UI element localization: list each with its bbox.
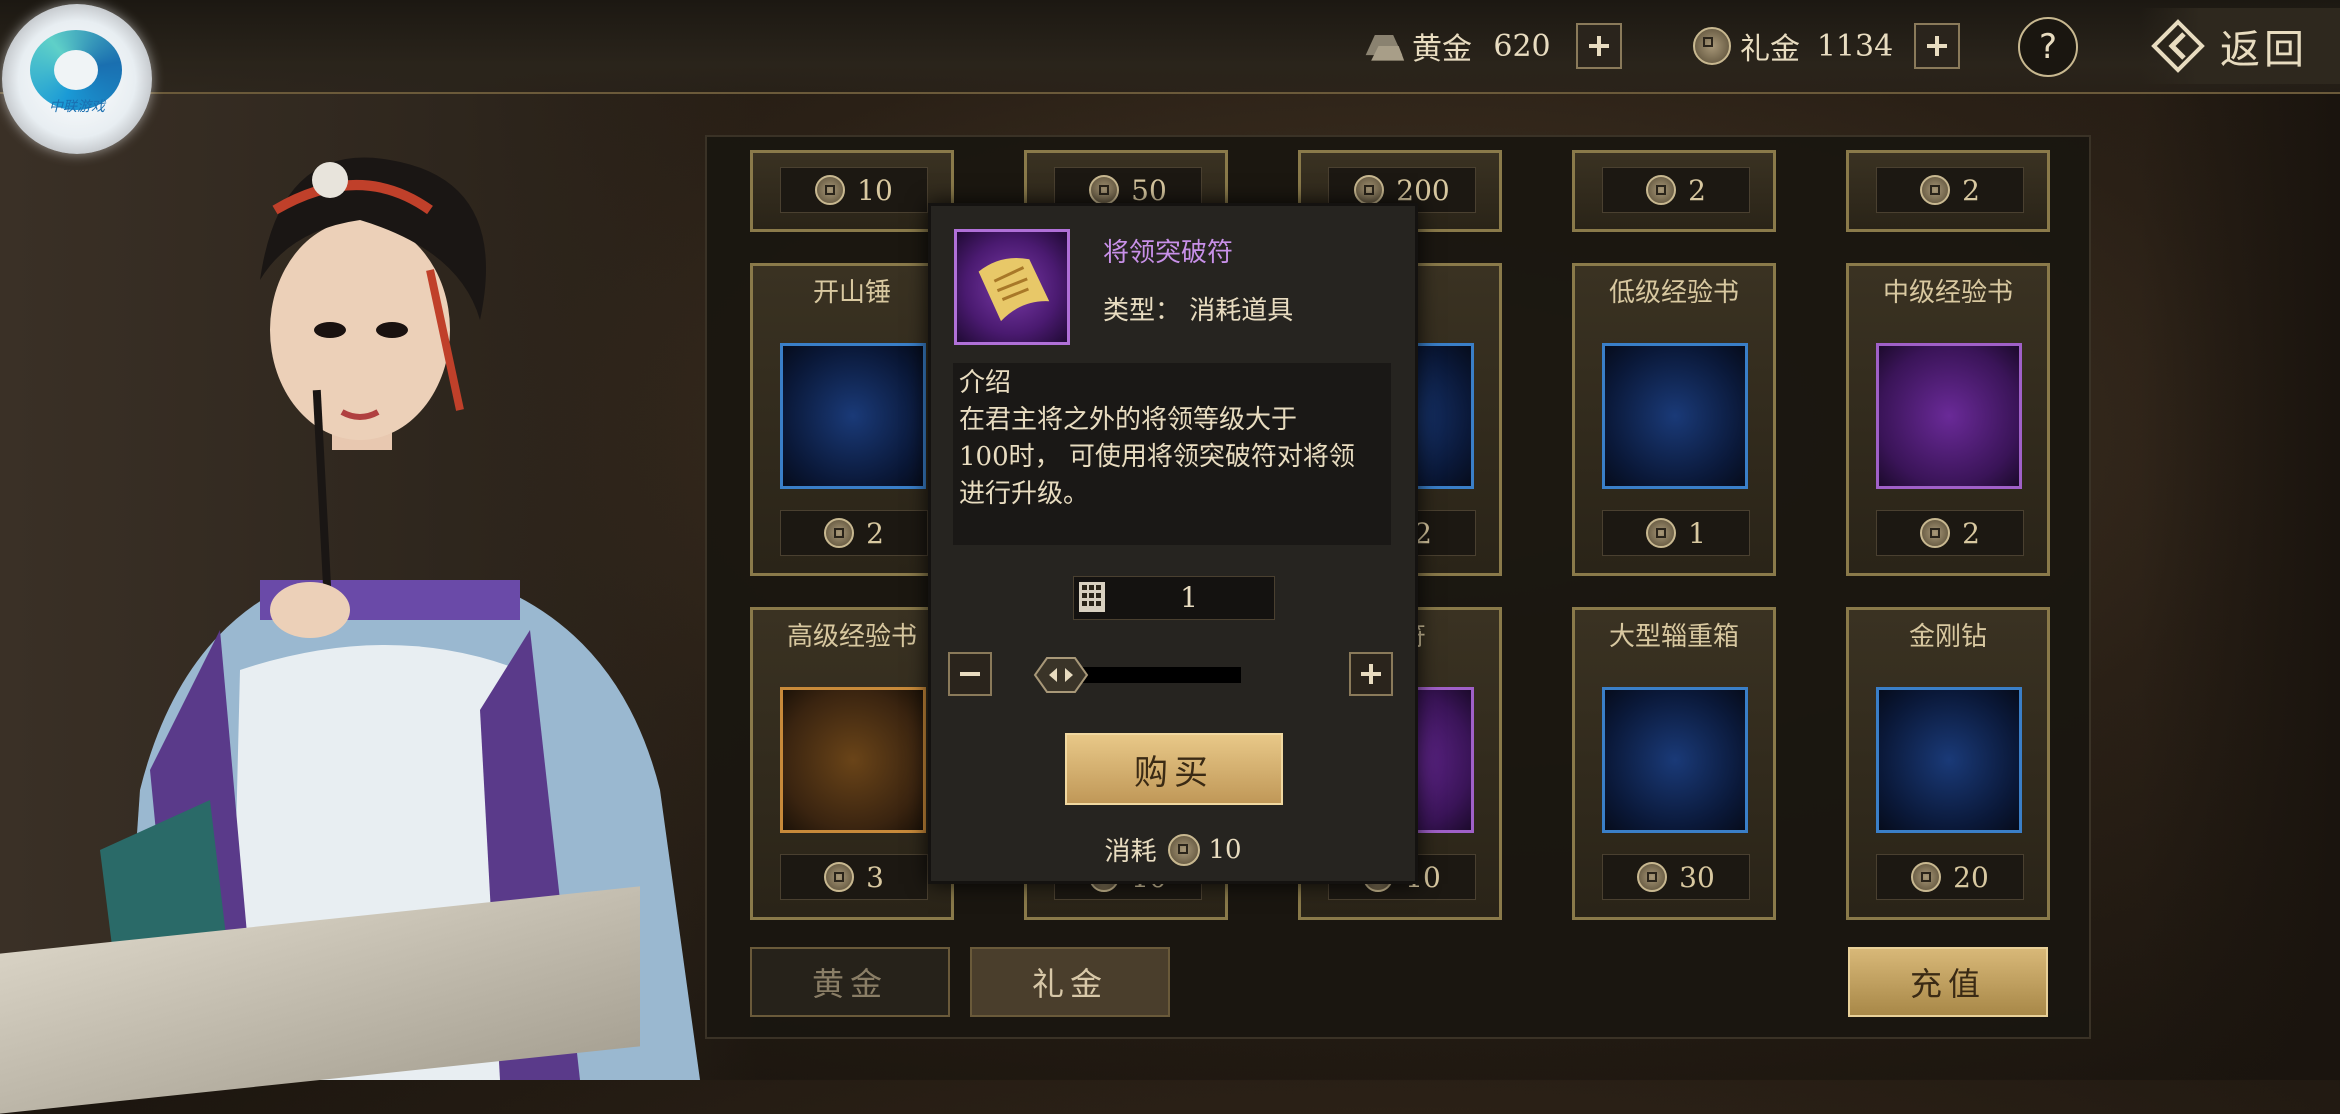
- price-value: 2: [1688, 173, 1706, 207]
- item-icon: [1876, 343, 2022, 489]
- plus-icon: [1361, 664, 1381, 684]
- item-price: 3: [780, 854, 928, 900]
- coin-icon: [824, 518, 855, 548]
- price-value: 10: [857, 173, 893, 207]
- item-name: 低级经验书: [1608, 278, 1739, 308]
- item-price: 2: [1876, 167, 2024, 213]
- price-value: 30: [1679, 860, 1715, 894]
- coin-icon: [815, 175, 846, 205]
- description-title: 介绍: [959, 368, 1012, 398]
- quantity-input[interactable]: 1: [1073, 576, 1275, 620]
- item-name: 开山锤: [812, 278, 891, 308]
- price-value: 2: [1962, 173, 1980, 207]
- gift-currency: 礼金 1134: [1690, 18, 1960, 74]
- coin-icon: [1646, 518, 1677, 548]
- coin-icon: [1089, 175, 1120, 205]
- coin-icon: [1168, 833, 1201, 866]
- buy-button[interactable]: 购买: [1065, 733, 1283, 805]
- price-value: 1: [1688, 516, 1706, 550]
- shop-item-card[interactable]: 2: [1846, 150, 2050, 232]
- increase-button[interactable]: [1349, 652, 1393, 696]
- background-right: [2140, 0, 2340, 1080]
- decrease-button[interactable]: [948, 652, 992, 696]
- gold-value: 620: [1493, 28, 1551, 64]
- item-name: 高级经验书: [786, 622, 917, 652]
- slider-handle[interactable]: [1033, 656, 1089, 694]
- item-name: 将领突破符: [1103, 238, 1234, 268]
- cost-value: 10: [1208, 834, 1242, 865]
- item-price: 2: [780, 510, 928, 556]
- add-gold-button[interactable]: [1576, 23, 1622, 69]
- item-description: 介绍 在君主将之外的将领等级大于 100时， 可使用将领突破符对将领 进行升级。: [953, 363, 1391, 545]
- item-icon: [780, 343, 926, 489]
- coin-icon: [1354, 175, 1385, 205]
- coin-icon: [824, 862, 855, 892]
- item-icon: [1602, 343, 1748, 489]
- shop-item-card[interactable]: 金刚钻 20: [1846, 607, 2050, 920]
- back-label: 返回: [2220, 27, 2308, 73]
- tab-gold[interactable]: 黄金: [750, 947, 950, 1017]
- description-line: 在君主将之外的将领等级大于: [959, 405, 1298, 435]
- item-price: 20: [1876, 854, 2024, 900]
- top-bar: [0, 0, 2340, 94]
- shop-item-card[interactable]: 大型辎重箱 30: [1572, 607, 1776, 920]
- coin-icon: [1920, 518, 1951, 548]
- item-name: 中级经验书: [1882, 278, 2013, 308]
- price-value: 20: [1953, 860, 1989, 894]
- back-arrow-icon: [2151, 19, 2205, 73]
- item-icon: [780, 687, 926, 833]
- shop-item-card[interactable]: 2: [1572, 150, 1776, 232]
- description-line: 进行升级。: [959, 479, 1090, 509]
- item-price: 10: [780, 167, 928, 213]
- item-type: 类型： 消耗道具: [1103, 296, 1294, 326]
- recharge-button[interactable]: 充值: [1848, 947, 2048, 1017]
- coin-icon: [1911, 862, 1942, 892]
- shop-item-card[interactable]: 低级经验书 1: [1572, 263, 1776, 576]
- price-value: 50: [1131, 173, 1167, 207]
- price-value: 3: [866, 860, 884, 894]
- calculator-icon: [1079, 582, 1105, 612]
- coin-icon: [1920, 175, 1951, 205]
- description-line: 100时， 可使用将领突破符对将领: [959, 442, 1355, 472]
- gift-label: 礼金: [1740, 32, 1800, 67]
- gold-currency: 黄金 620: [1362, 18, 1622, 74]
- add-gift-button[interactable]: [1914, 23, 1960, 69]
- item-name: 大型辎重箱: [1608, 622, 1739, 652]
- cost-label: 消耗: [1104, 837, 1157, 867]
- coin-icon: [1637, 862, 1668, 892]
- item-price: 2: [1602, 167, 1750, 213]
- gold-label: 黄金: [1412, 32, 1472, 67]
- cost-display: 消耗 10: [931, 831, 1415, 868]
- back-button[interactable]: 返回: [2140, 8, 2340, 84]
- price-value: 2: [866, 516, 884, 550]
- item-detail-popup: 将领突破符 类型： 消耗道具 介绍 在君主将之外的将领等级大于 100时， 可使…: [928, 203, 1418, 884]
- item-price: 2: [1876, 510, 2024, 556]
- plus-icon: [1589, 36, 1609, 56]
- item-price: 30: [1602, 854, 1750, 900]
- quantity-value: 1: [1180, 581, 1198, 614]
- coin-icon: [1646, 175, 1677, 205]
- shop-item-card[interactable]: 10: [750, 150, 954, 232]
- publisher-logo: 中联游戏: [2, 4, 152, 154]
- price-value: 200: [1396, 173, 1450, 207]
- tab-gift[interactable]: 礼金: [970, 947, 1170, 1017]
- plus-icon: [1927, 36, 1947, 56]
- shop-item-card[interactable]: 开山锤 2: [750, 263, 954, 576]
- coin-icon: [1690, 24, 1734, 68]
- shop-item-card[interactable]: 中级经验书 2: [1846, 263, 2050, 576]
- logo-text: 中联游戏: [49, 99, 105, 115]
- breakthrough-scroll-icon: [954, 229, 1070, 345]
- shop-item-card[interactable]: 高级经验书 3: [750, 607, 954, 920]
- item-icon: [1876, 687, 2022, 833]
- item-icon: [1602, 687, 1748, 833]
- item-price: 1: [1602, 510, 1750, 556]
- gold-ingot-icon: [1362, 24, 1406, 68]
- price-value: 2: [1962, 516, 1980, 550]
- minus-icon: [960, 672, 980, 676]
- help-button[interactable]: ?: [2018, 17, 2078, 77]
- gift-value: 1134: [1816, 28, 1894, 64]
- item-name: 金刚钻: [1908, 622, 1987, 652]
